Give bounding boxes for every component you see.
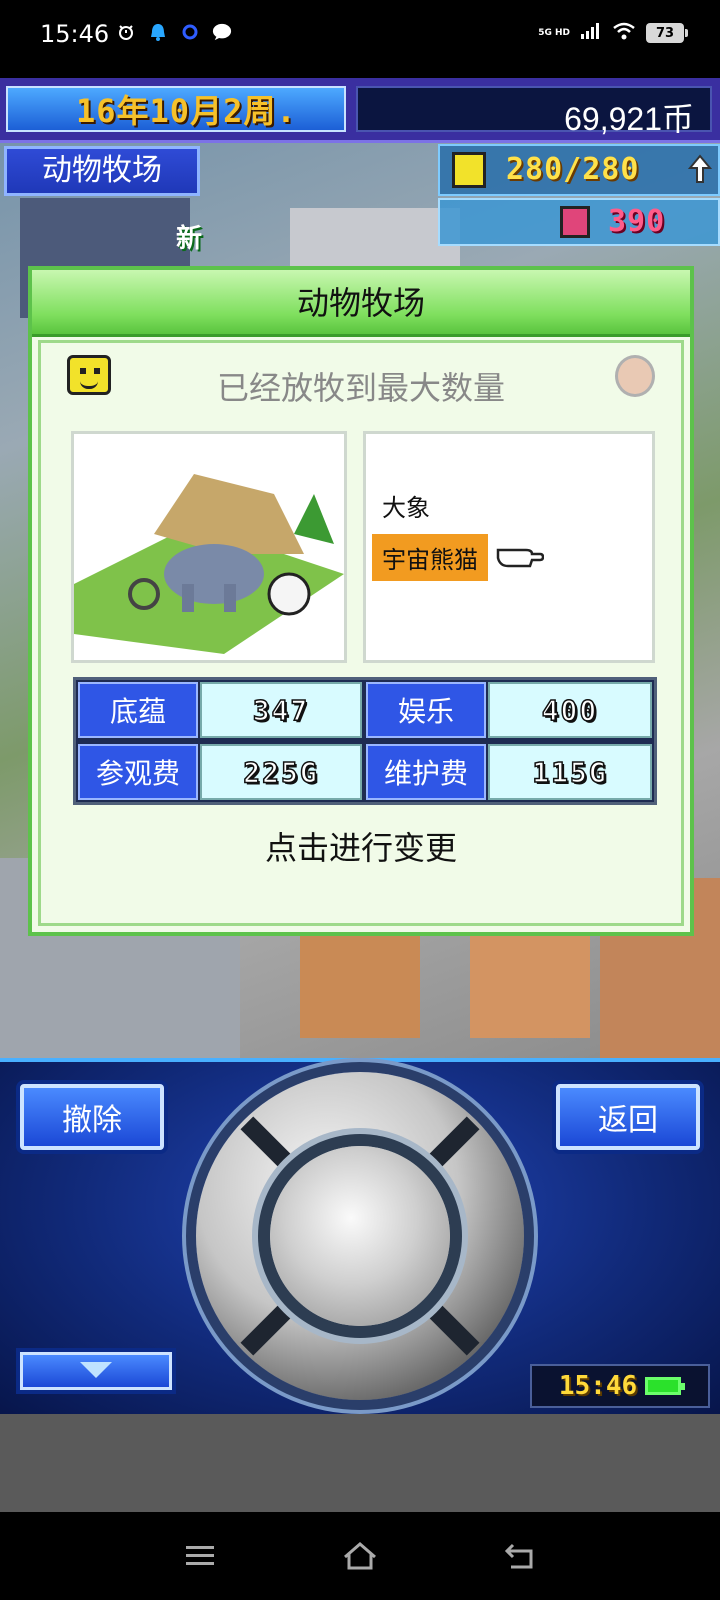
alarm-icon bbox=[116, 22, 136, 42]
remove-button[interactable]: 撤除 bbox=[20, 1084, 164, 1150]
stat-value-culture-text: 347 bbox=[252, 693, 310, 728]
home-icon[interactable] bbox=[338, 1534, 382, 1578]
stat-label-culture: 底蕴 bbox=[78, 682, 198, 738]
money-display: 69,921币 bbox=[356, 86, 712, 137]
dialog-title: 动物牧场 bbox=[296, 284, 425, 322]
dialog-header: 动物牧场 bbox=[32, 270, 690, 337]
stat-value-entertainment-text: 400 bbox=[541, 693, 599, 728]
stat-label-admission: 参观费 bbox=[78, 744, 198, 800]
letterbox-area bbox=[0, 1414, 720, 1512]
capacity-panel: 280/280 bbox=[438, 144, 720, 196]
animal-list: 大象 宇宙熊猫 bbox=[363, 431, 655, 663]
menu-icon[interactable] bbox=[178, 1534, 222, 1578]
dialog-body: 已经放牧到最大数量 大象 宇宙熊猫 底蕴 347 娱乐 400 参观费 225G… bbox=[38, 340, 684, 926]
stat-value-entertainment: 400 bbox=[488, 682, 652, 738]
facility-image bbox=[71, 431, 347, 663]
arrow-up-icon bbox=[687, 154, 713, 188]
animal-option-elephant[interactable]: 大象 bbox=[382, 488, 430, 523]
dpad[interactable] bbox=[196, 1072, 524, 1400]
game-clock: 15:46 bbox=[530, 1364, 710, 1408]
stat-value-admission: 225G bbox=[200, 744, 362, 800]
scroll-down-button[interactable] bbox=[20, 1352, 172, 1390]
facility-stats-table: 底蕴 347 娱乐 400 参观费 225G 维护费 115G bbox=[73, 677, 657, 805]
points-value: 390 bbox=[608, 204, 666, 239]
animal-option-space-panda[interactable]: 宇宙熊猫 bbox=[372, 534, 488, 581]
notification-icons bbox=[116, 22, 232, 42]
back-button[interactable]: 返回 bbox=[556, 1084, 700, 1150]
date-display: 16年10月2周. bbox=[6, 86, 346, 132]
facility-dialog: 动物牧场 已经放牧到最大数量 大象 宇宙熊猫 底蕴 347 娱乐 400 参观费… bbox=[28, 266, 694, 936]
back-icon[interactable] bbox=[498, 1534, 542, 1578]
battery-icon bbox=[645, 1377, 686, 1395]
change-button[interactable]: 点击进行变更 bbox=[41, 823, 681, 869]
network-type: 5G HD bbox=[538, 27, 570, 38]
battery-indicator: 73 bbox=[646, 23, 688, 43]
system-indicators: 5G HD 73 bbox=[538, 22, 688, 44]
pointing-hand-icon bbox=[496, 540, 545, 578]
stat-value-culture: 347 bbox=[200, 682, 362, 738]
date-text: 16年10月2周. bbox=[76, 92, 297, 130]
new-marker: 新 bbox=[176, 224, 203, 254]
stat-value-maintenance-text: 115G bbox=[532, 755, 608, 790]
facility-label: 动物牧场 bbox=[4, 146, 200, 196]
stat-value-maintenance: 115G bbox=[488, 744, 652, 800]
advisor-portrait-icon bbox=[615, 355, 655, 397]
money-text: 69,921币 bbox=[564, 101, 694, 137]
bell-icon bbox=[148, 22, 168, 42]
points-panel: 390 bbox=[438, 198, 720, 246]
stat-value-admission-text: 225G bbox=[243, 755, 319, 790]
dpad-center-button[interactable] bbox=[270, 1146, 450, 1326]
triangle-down-icon bbox=[76, 1358, 116, 1384]
game-viewport[interactable]: 新 16年10月2周. 69,921币 动物牧场 280/280 390 动物牧… bbox=[0, 78, 720, 1058]
game-controller: 撤除 返回 15:46 bbox=[0, 1058, 720, 1418]
status-time: 15:46 bbox=[40, 20, 110, 48]
chat-icon bbox=[212, 22, 232, 42]
status-bar: 15:46 5G HD 73 bbox=[0, 0, 720, 78]
capacity-value: 280/280 bbox=[506, 152, 640, 187]
game-top-bar: 16年10月2周. 69,921币 bbox=[0, 78, 720, 143]
wifi-icon bbox=[612, 22, 636, 44]
stat-label-maintenance: 维护费 bbox=[366, 744, 486, 800]
system-nav-bar bbox=[0, 1512, 720, 1600]
circle-app-icon bbox=[180, 22, 200, 42]
game-clock-text: 15:46 bbox=[558, 1371, 638, 1401]
save-disk-icon bbox=[560, 206, 590, 238]
animal-farm-illustration bbox=[74, 474, 344, 654]
signal-icon bbox=[580, 22, 602, 44]
dialog-message: 已经放牧到最大数量 bbox=[216, 369, 505, 407]
capacity-icon bbox=[452, 152, 486, 188]
stat-label-entertainment: 娱乐 bbox=[366, 682, 486, 738]
